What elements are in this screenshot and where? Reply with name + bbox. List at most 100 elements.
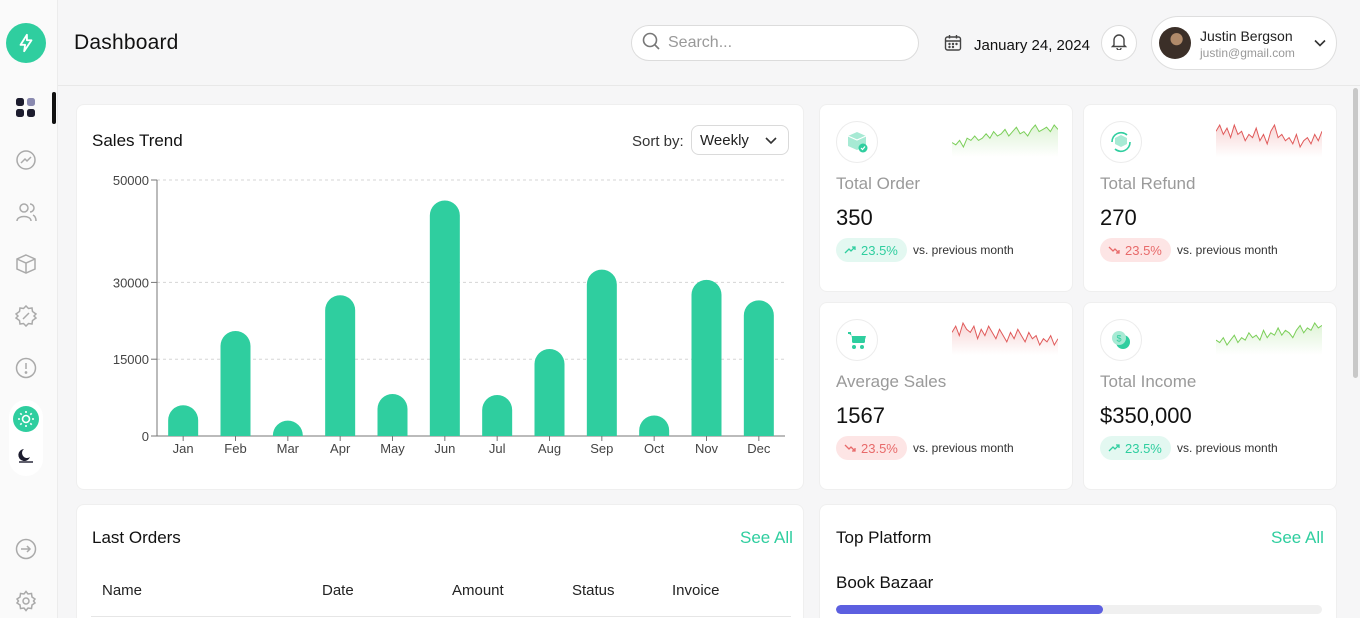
bar-jun [429, 200, 460, 436]
stat-value: 350 [836, 205, 873, 230]
x-tick-label: May [380, 441, 405, 456]
x-tick-label: Nov [695, 441, 719, 456]
user-email: justin@gmail.com [1200, 46, 1295, 60]
bar-apr [325, 295, 356, 436]
stat-value: 270 [1100, 205, 1137, 230]
comparison-text: vs. previous month [1177, 243, 1278, 257]
discount-icon[interactable] [14, 304, 38, 328]
bar-nov [691, 279, 722, 436]
x-tick-label: Jan [173, 441, 194, 456]
bar-feb [220, 331, 251, 436]
platform-progress-track [836, 605, 1322, 614]
theme-toggle[interactable] [9, 400, 43, 476]
sparkline-area [1216, 125, 1322, 157]
column-header-status[interactable]: Status [572, 582, 615, 599]
scrollbar[interactable] [1353, 88, 1358, 378]
change-badge: 23.5% [836, 436, 907, 460]
bar-aug [534, 348, 565, 436]
column-header-name[interactable]: Name [102, 582, 142, 599]
x-tick-label: Dec [747, 441, 771, 456]
column-header-amount[interactable]: Amount [452, 582, 504, 599]
see-all-platform-link[interactable]: See All [1271, 528, 1324, 548]
column-header-date[interactable]: Date [322, 582, 354, 599]
bar-jul [482, 395, 513, 436]
sun-icon[interactable] [13, 406, 39, 432]
bell-icon [1110, 32, 1128, 55]
column-header-invoice[interactable]: Invoice [672, 582, 720, 599]
trend-down-icon [844, 444, 856, 452]
box-icon[interactable] [14, 252, 38, 276]
change-badge: 23.5% [1100, 238, 1171, 262]
user-name: Justin Bergson [1200, 28, 1293, 44]
last-orders-title: Last Orders [92, 528, 181, 547]
moon-icon[interactable] [13, 442, 39, 468]
change-value: 23.5% [1125, 242, 1162, 258]
x-tick-label: Oct [644, 441, 665, 456]
change-value: 23.5% [1125, 440, 1162, 456]
settings-icon[interactable] [14, 589, 38, 613]
box-check-icon [836, 121, 878, 163]
stat-card-total-order: Total Order 350 23.5% vs. previous month [819, 104, 1073, 292]
x-tick-label: Sep [590, 441, 613, 456]
date-text: January 24, 2024 [974, 37, 1090, 54]
notification-button[interactable] [1101, 25, 1137, 61]
comparison-text: vs. previous month [913, 441, 1014, 455]
search-input[interactable] [668, 34, 888, 52]
alert-icon[interactable] [14, 356, 38, 380]
date-display: January 24, 2024 [944, 34, 1090, 57]
y-tick-label: 15000 [113, 352, 149, 367]
x-tick-label: Jun [434, 441, 455, 456]
trend-up-icon [844, 246, 856, 254]
sparkline [952, 321, 1058, 355]
coin-icon: $ [1100, 319, 1142, 361]
avatar [1159, 27, 1191, 59]
x-tick-label: Aug [538, 441, 561, 456]
search-bar[interactable] [631, 25, 919, 61]
y-tick-label: 30000 [113, 275, 149, 290]
x-tick-label: Feb [224, 441, 246, 456]
sparkline [1216, 123, 1322, 157]
last-orders-card: Last Orders See All Name Date Amount Sta… [76, 504, 804, 618]
sales-trend-chart: 0 15000 30000 50000 Jan Feb Mar Apr May Jun Jul Aug… [113, 173, 785, 456]
stat-label: Average Sales [836, 372, 947, 391]
y-tick-label: 50000 [113, 173, 149, 188]
platform-progress-fill [836, 605, 1104, 614]
svg-text:$: $ [1116, 334, 1121, 344]
refund-icon [1100, 121, 1142, 163]
change-value: 23.5% [861, 242, 898, 258]
users-icon[interactable] [14, 200, 38, 224]
active-indicator [52, 92, 56, 124]
table-header-divider [91, 616, 791, 617]
logo-icon[interactable] [6, 23, 46, 63]
analytics-icon[interactable] [14, 148, 38, 172]
header: Dashboard January 24, 2024 Justin Bergso… [58, 0, 1360, 86]
stat-value: $350,000 [1100, 403, 1192, 428]
y-tick-label: 0 [142, 429, 149, 444]
profile-menu[interactable]: Justin Bergson justin@gmail.com [1151, 16, 1337, 70]
sparkline [952, 124, 1058, 157]
stat-label: Total Income [1100, 372, 1197, 391]
stat-label: Total Order [836, 174, 921, 193]
bar-mar [272, 420, 303, 436]
stat-value: 1567 [836, 403, 885, 428]
sparkline [1216, 322, 1322, 355]
dashboard-icon[interactable] [14, 96, 38, 120]
bar-dec [743, 300, 774, 436]
stat-label: Total Refund [1100, 174, 1196, 193]
top-platform-card: Top Platform See All Book Bazaar [819, 504, 1337, 618]
top-platform-title: Top Platform [836, 528, 932, 547]
comparison-text: vs. previous month [913, 243, 1014, 257]
bar-may [377, 394, 408, 436]
calendar-icon [944, 34, 962, 57]
search-icon [642, 32, 660, 55]
change-badge: 23.5% [836, 238, 907, 262]
see-all-orders-link[interactable]: See All [740, 528, 793, 548]
bar-jan [168, 405, 199, 436]
platform-name: Book Bazaar [836, 573, 934, 592]
x-tick-label: Apr [330, 441, 351, 456]
sidebar [0, 0, 58, 618]
x-tick-label: Mar [277, 441, 300, 456]
page-title: Dashboard [74, 31, 179, 54]
logout-icon[interactable] [14, 537, 38, 561]
chevron-down-icon [1312, 35, 1328, 56]
